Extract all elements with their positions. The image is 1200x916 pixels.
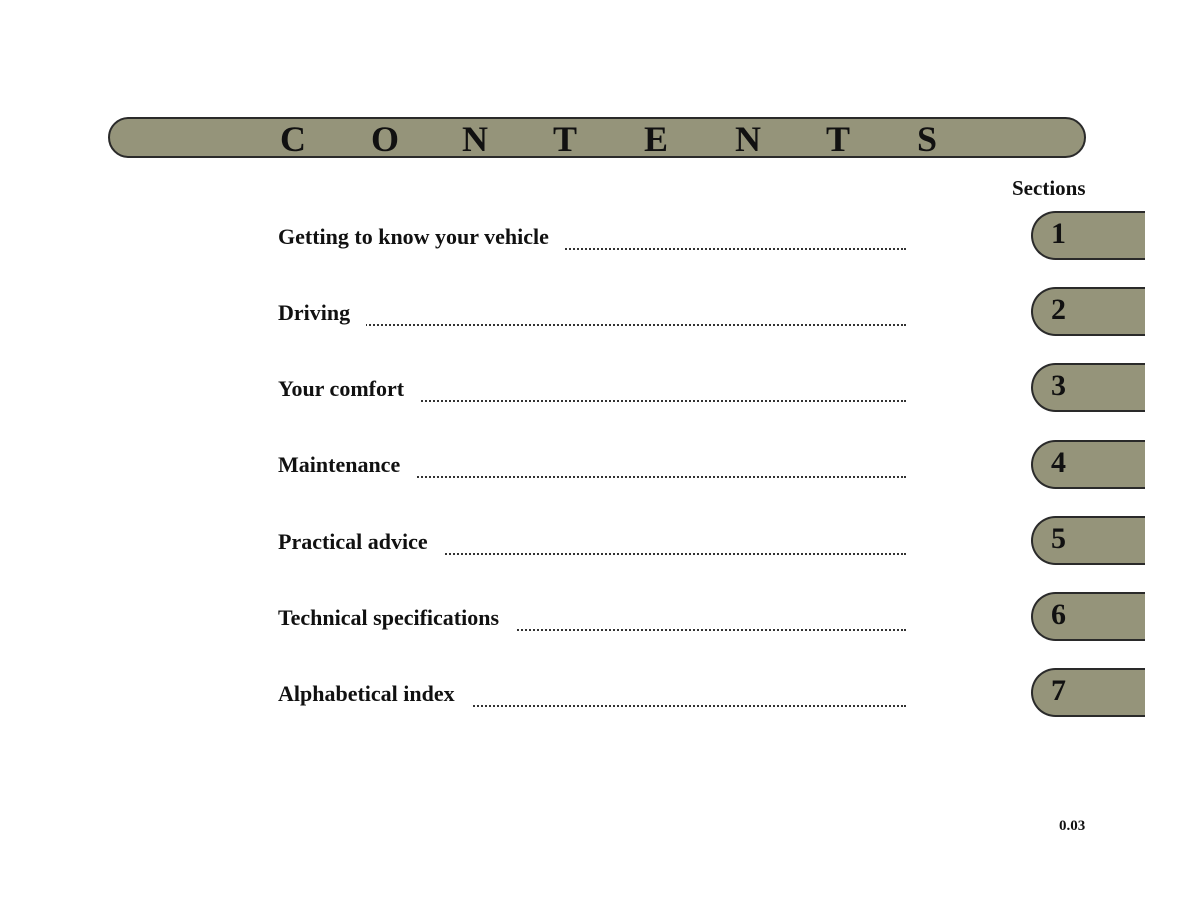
title-letter: O	[371, 119, 400, 159]
toc-entry-label: Alphabetical index	[278, 681, 471, 707]
section-tab-5[interactable]: 5	[1031, 516, 1145, 565]
dot-leader	[278, 324, 906, 326]
section-number: 2	[1051, 293, 1066, 326]
section-number: 5	[1051, 522, 1066, 555]
toc-entry-technical-specifications[interactable]: Technical specifications	[278, 605, 906, 635]
section-tab-7[interactable]: 7	[1031, 668, 1145, 717]
section-number: 7	[1051, 674, 1066, 707]
title-letter: T	[826, 119, 851, 159]
toc-entry-getting-to-know[interactable]: Getting to know your vehicle	[278, 224, 906, 254]
section-tab-6[interactable]: 6	[1031, 592, 1145, 641]
section-number: 6	[1051, 598, 1066, 631]
section-number: 1	[1051, 217, 1066, 250]
toc-entry-label: Maintenance	[278, 452, 417, 478]
section-number: 3	[1051, 369, 1066, 402]
contents-banner: C O N T E N T S	[108, 117, 1086, 159]
section-tab-4[interactable]: 4	[1031, 440, 1145, 489]
section-tab-2[interactable]: 2	[1031, 287, 1145, 336]
toc-entry-label: Driving	[278, 300, 367, 326]
toc-entry-maintenance[interactable]: Maintenance	[278, 452, 906, 482]
title-letter: E	[644, 119, 669, 159]
toc-entry-label: Your comfort	[278, 376, 421, 402]
sections-heading: Sections	[1012, 176, 1086, 200]
toc-entry-practical-advice[interactable]: Practical advice	[278, 529, 906, 559]
toc-entry-label: Getting to know your vehicle	[278, 224, 565, 250]
section-tab-3[interactable]: 3	[1031, 363, 1145, 412]
toc-entry-label: Technical specifications	[278, 605, 516, 631]
toc-entry-driving[interactable]: Driving	[278, 300, 906, 330]
page-number: 0.03	[1059, 818, 1086, 834]
toc-entry-alphabetical-index[interactable]: Alphabetical index	[278, 681, 906, 711]
title-letter: T	[553, 119, 578, 159]
title-letter: N	[462, 119, 488, 159]
toc-entry-your-comfort[interactable]: Your comfort	[278, 376, 906, 406]
section-number: 4	[1051, 446, 1066, 479]
toc-entry-label: Practical advice	[278, 529, 444, 555]
section-tab-1[interactable]: 1	[1031, 211, 1145, 260]
title-letter: C	[280, 119, 306, 159]
contents-title: C O N T E N T S	[280, 119, 1008, 159]
title-letter: S	[917, 119, 938, 159]
title-letter: N	[735, 119, 761, 159]
